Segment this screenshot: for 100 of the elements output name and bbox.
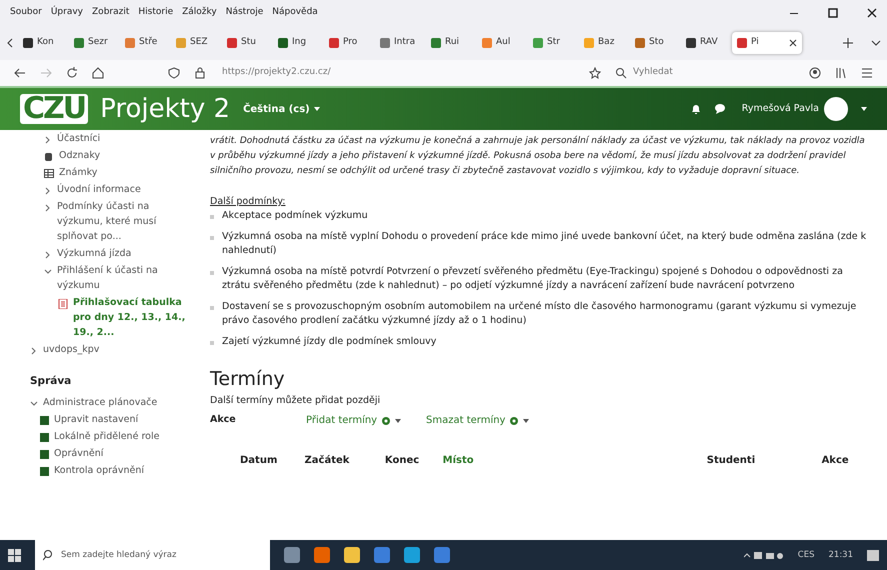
chevron-down-icon	[44, 268, 52, 276]
list-item: Výzkumná osoba na místě vyplní Dohodu o provedení práce kde mimo jiné uvede bankovní účet, na který bude odměna zaslána (zde k nahlednutí)	[222, 230, 868, 258]
action-menu[interactable]: Přidat termíny	[300, 412, 420, 429]
gear-icon	[509, 416, 520, 426]
list-item: Akceptace podmínek výzkumu	[222, 209, 368, 224]
close-icon[interactable]	[789, 39, 797, 47]
caret-icon[interactable]	[861, 107, 867, 111]
library-icon[interactable]	[835, 67, 847, 79]
lock-icon	[194, 67, 206, 79]
badge-icon	[44, 152, 54, 162]
subtitle: Další termíny můžete přidat později	[210, 394, 382, 408]
chevron-right-icon	[44, 251, 52, 259]
new-tab-icon[interactable]	[843, 38, 853, 48]
browser-tab[interactable]: Intra	[375, 32, 422, 54]
browser-tab[interactable]: Sto	[630, 32, 677, 54]
column-header[interactable]: Místo	[434, 445, 699, 476]
keyboard-language[interactable]: CES	[798, 548, 814, 562]
menu-item[interactable]: Záložky	[182, 6, 217, 20]
search-field[interactable]: Vyhledat	[631, 65, 795, 81]
browser-tab[interactable]: Aul	[477, 32, 524, 54]
chevron-left-icon[interactable]	[6, 38, 14, 48]
tray-icons-drawing[interactable]	[744, 550, 784, 560]
action-menu[interactable]: Smazat termíny	[420, 412, 540, 429]
browser-tab[interactable]: Baz	[579, 32, 626, 54]
avatar-icon[interactable]	[823, 96, 849, 122]
bookmark-star-icon[interactable]	[589, 67, 601, 79]
sidebar-item[interactable]: Známky	[30, 164, 190, 181]
sidebar-item[interactable]: Úvodní informace	[30, 181, 190, 198]
sidebar-item[interactable]: Přihlašovací tabulka pro dny 12., 13., 14., 19., 2...	[30, 294, 190, 341]
user-name[interactable]: Rymešová Pavla	[742, 102, 819, 116]
column-header: Začátek	[296, 445, 377, 476]
actions-label: Akce	[210, 413, 237, 428]
list-item: Zajetí výzkumné jízdy dle podmínek smlouvy	[222, 335, 436, 350]
sidebar-item[interactable]: Lokálně přidělené role	[30, 428, 190, 445]
taskbar-search-field[interactable]: Sem zadejte hledaný výraz	[35, 540, 270, 570]
menu-icon[interactable]	[861, 67, 873, 79]
conditions-heading: Další podmínky:	[210, 195, 286, 209]
browser-tab[interactable]: RAV	[681, 32, 728, 54]
caret-icon	[314, 107, 320, 111]
chevron-down-icon	[30, 400, 38, 408]
logo[interactable]: CZU	[20, 94, 88, 124]
windows-start-icon[interactable]	[8, 548, 21, 562]
menu-item[interactable]: Zobrazit	[92, 6, 130, 20]
sidebar-item[interactable]: Oprávnění	[30, 444, 190, 462]
column-header: Studenti	[698, 445, 814, 476]
sidebar-item[interactable]: Odznaky	[30, 147, 190, 164]
taskbar-app-icon[interactable]	[314, 547, 330, 563]
browser-tab[interactable]: Rui	[426, 32, 473, 54]
document-icon	[58, 299, 68, 309]
maximize-icon[interactable]	[828, 8, 838, 18]
home-icon[interactable]	[92, 67, 104, 79]
sidebar-item[interactable]: Administrace plánovače	[30, 394, 190, 411]
menu-item[interactable]: Nápověda	[272, 6, 318, 20]
sidebar-item[interactable]: Přihlášení k účasti na výzkumu	[30, 262, 190, 294]
taskbar-app-icon[interactable]	[434, 547, 450, 563]
column-header: Akce	[814, 445, 871, 476]
bullet-icon	[210, 215, 214, 220]
browser-tab[interactable]: SEZ	[171, 32, 218, 54]
sidebar-item[interactable]: Účastníci	[30, 130, 190, 147]
browser-tab[interactable]: Stře	[120, 32, 167, 54]
list-item: Dostavení se s provozuschopným osobním automobilem na určené místo dle časového harmonogramu (garant výzkumu si vymezuje právo časového prodlení začátku výzkumné jízdy až o 1 hodinu)	[222, 300, 858, 328]
sidebar-item[interactable]: Výzkumná jízda	[30, 245, 190, 262]
column-header: Konec	[376, 445, 435, 476]
browser-tab[interactable]: Ing	[273, 32, 320, 54]
language-menu[interactable]: Čeština (cs)	[242, 100, 321, 118]
caret-icon	[395, 418, 402, 422]
clock[interactable]: 21:31	[828, 548, 853, 562]
reload-icon[interactable]	[66, 67, 78, 79]
sidebar-item[interactable]: uvdops_kpv	[30, 341, 190, 358]
taskbar-app-icon[interactable]	[374, 547, 390, 563]
section-heading: Termíny	[210, 367, 286, 392]
chevron-down-icon[interactable]	[871, 38, 881, 48]
browser-tab[interactable]: Str	[528, 32, 575, 54]
taskbar-app-icon[interactable]	[404, 547, 420, 563]
sidebar-item[interactable]: Kontrola oprávnění	[30, 462, 190, 479]
sidebar-item[interactable]: Podmínky účasti na výzkumu, které musí splňovat po...	[30, 198, 190, 245]
sidebar-item[interactable]: Upravit nastavení	[30, 410, 190, 428]
close-icon[interactable]	[867, 8, 877, 18]
menu-item[interactable]: Úpravy	[50, 6, 84, 20]
bullet-icon	[210, 271, 214, 276]
back-icon[interactable]	[14, 67, 26, 79]
caret-icon	[523, 418, 530, 422]
bullet-icon	[210, 306, 214, 310]
shield-icon	[168, 67, 180, 79]
taskbar-app-icon[interactable]	[284, 547, 300, 563]
menu-item[interactable]: Nástroje	[226, 6, 264, 20]
bell-icon[interactable]	[690, 103, 702, 115]
account-icon[interactable]	[809, 67, 821, 79]
chat-icon[interactable]	[714, 103, 726, 115]
browser-tab[interactable]: Pi	[732, 32, 802, 54]
browser-tab[interactable]: Kon	[18, 32, 65, 54]
site-title[interactable]: Projekty 2	[100, 90, 230, 128]
browser-tab[interactable]: Stu	[222, 32, 269, 54]
grades-icon	[44, 169, 54, 179]
menu-item[interactable]: Historie	[138, 6, 174, 20]
url-field[interactable]: https://projekty2.czu.cz/	[220, 65, 575, 81]
menu-item[interactable]: Soubor	[10, 6, 42, 20]
taskbar-app-icon[interactable]	[344, 547, 360, 563]
browser-tab[interactable]: Sezr	[69, 32, 116, 54]
browser-tab[interactable]: Pro	[324, 32, 371, 54]
